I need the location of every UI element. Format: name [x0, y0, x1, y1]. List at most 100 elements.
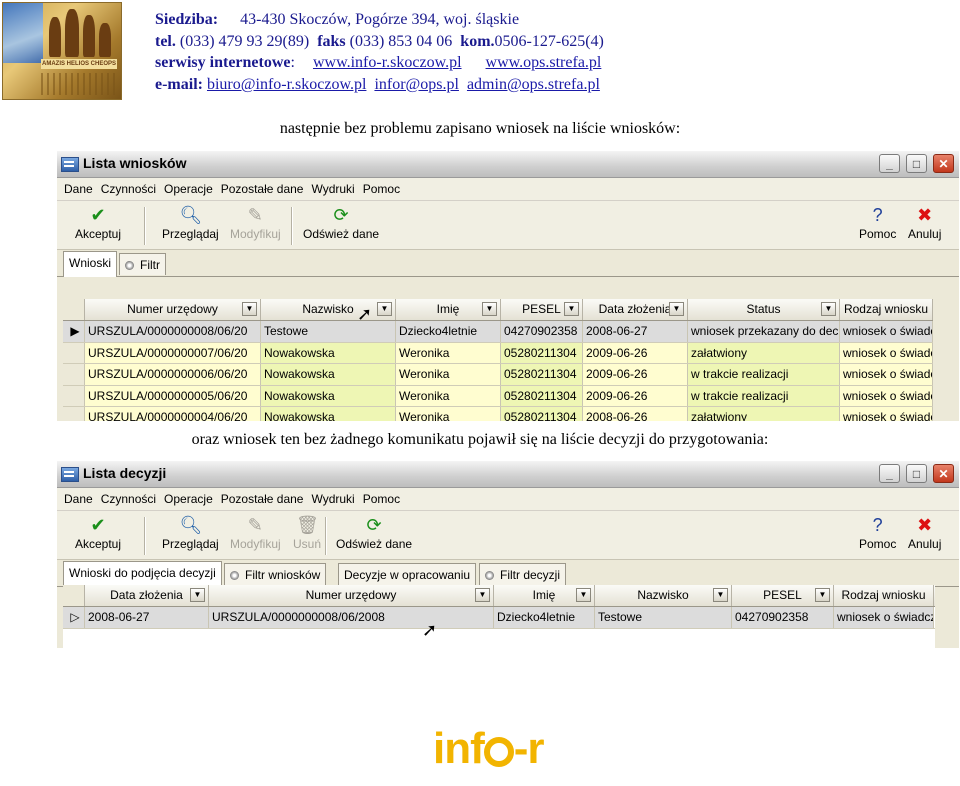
- table-cell[interactable]: 05280211304: [501, 385, 583, 406]
- table-row[interactable]: URSZULA/0000000007/06/20 Nowakowska Weroni…: [63, 342, 933, 364]
- tab-wnioski[interactable]: Wnioski: [63, 251, 118, 277]
- table-row[interactable]: URSZULA/0000000004/06/20 Nowakowska Weroni…: [63, 407, 933, 421]
- table-cell[interactable]: 05280211304: [501, 342, 583, 363]
- table-cell[interactable]: wniosek o świadc: [840, 364, 933, 385]
- table-cell[interactable]: 2008-06-27: [85, 607, 209, 628]
- col-rodzaj-wniosku[interactable]: Rodzaj wniosku: [840, 299, 933, 320]
- table-cell[interactable]: URSZULA/0000000007/06/20: [85, 342, 261, 363]
- dropdown-arrow-icon[interactable]: ▼: [190, 588, 205, 602]
- table-cell[interactable]: w trakcie realizacji: [688, 364, 840, 385]
- table-cell[interactable]: załatwiony: [688, 407, 840, 421]
- table-cell[interactable]: Weronika: [396, 385, 501, 406]
- table-cell[interactable]: Dziecko4letnie: [396, 321, 501, 342]
- przegladaj-button[interactable]: 🔍︎ Przeglądaj: [162, 515, 219, 551]
- table-row[interactable]: ▷ 2008-06-27 URSZULA/0000000008/06/2008 Dzi…: [63, 607, 935, 629]
- col-rodzaj-wniosku[interactable]: Rodzaj wniosku: [834, 585, 934, 606]
- table-cell[interactable]: 2009-06-26: [583, 385, 688, 406]
- table-cell[interactable]: URSZULA/0000000006/06/20: [85, 364, 261, 385]
- dropdown-arrow-icon[interactable]: ▼: [242, 302, 257, 316]
- table-cell[interactable]: Testowe: [261, 321, 396, 342]
- odswiez-dane-button[interactable]: ⟳ Odśwież dane: [303, 205, 379, 241]
- menu-wydruki[interactable]: Wydruki: [311, 492, 360, 506]
- row-expand-icon[interactable]: ▷: [63, 607, 85, 628]
- window-title-bar[interactable]: Lista wniosków _ □ ✕: [57, 151, 959, 178]
- table-cell[interactable]: w trakcie realizacji: [688, 385, 840, 406]
- col-numer-urzedowy[interactable]: Numer urzędowy ▼: [209, 585, 494, 606]
- table-cell[interactable]: 2009-06-26: [583, 342, 688, 363]
- modyfikuj-button[interactable]: ✎ Modyfikuj: [230, 205, 281, 241]
- table-cell[interactable]: wniosek o świadc: [840, 407, 933, 421]
- table-cell[interactable]: wniosek o świadc: [840, 321, 933, 342]
- col-imie[interactable]: Imię ▼: [396, 299, 501, 320]
- table-cell[interactable]: Nowakowska: [261, 385, 396, 406]
- menu-pomoc[interactable]: Pomoc: [363, 182, 406, 196]
- email-link-admin[interactable]: admin@ops.strefa.pl: [467, 76, 600, 93]
- minimize-button[interactable]: _: [879, 154, 900, 173]
- tab-wnioski-do-podjecia-decyzji[interactable]: Wnioski do podjęcia decyzji: [63, 561, 222, 587]
- table-cell[interactable]: Weronika: [396, 364, 501, 385]
- anuluj-button[interactable]: ✖ Anuluj: [908, 205, 941, 241]
- menu-czynnosci[interactable]: Czynności: [101, 182, 162, 196]
- akceptuj-button[interactable]: ✔ Akceptuj: [75, 205, 121, 241]
- maximize-button[interactable]: □: [906, 154, 927, 173]
- menu-operacje[interactable]: Operacje: [164, 492, 219, 506]
- tab-decyzje-w-opracowaniu[interactable]: Decyzje w opracowaniu: [338, 563, 477, 585]
- close-button[interactable]: ✕: [933, 464, 954, 483]
- table-cell[interactable]: URSZULA/0000000008/06/2008: [209, 607, 494, 628]
- table-cell[interactable]: 04270902358: [732, 607, 834, 628]
- akceptuj-button[interactable]: ✔ Akceptuj: [75, 515, 121, 551]
- close-button[interactable]: ✕: [933, 154, 954, 173]
- table-cell[interactable]: 04270902358: [501, 321, 583, 342]
- menu-pozostale-dane[interactable]: Pozostałe dane: [221, 492, 310, 506]
- table-cell[interactable]: wniosek o świadc: [840, 385, 933, 406]
- przegladaj-button[interactable]: 🔍︎ Przeglądaj: [162, 205, 219, 241]
- table-cell[interactable]: 05280211304: [501, 364, 583, 385]
- email-link-infor[interactable]: infor@ops.pl: [374, 76, 459, 93]
- table-cell[interactable]: Nowakowska: [261, 364, 396, 385]
- usun-button[interactable]: 🗑︎ Usuń: [293, 515, 321, 551]
- table-cell[interactable]: Nowakowska: [261, 342, 396, 363]
- dropdown-arrow-icon[interactable]: ▼: [815, 588, 830, 602]
- website-link-ops[interactable]: www.ops.strefa.pl: [486, 54, 602, 71]
- menu-dane[interactable]: Dane: [64, 492, 99, 506]
- table-cell[interactable]: wniosek przekazany do dec: [688, 321, 840, 342]
- dropdown-arrow-icon[interactable]: ▼: [377, 302, 392, 316]
- table-cell[interactable]: 2008-06-26: [583, 407, 688, 421]
- modyfikuj-button[interactable]: ✎ Modyfikuj: [230, 515, 281, 551]
- dropdown-arrow-icon[interactable]: ▼: [576, 588, 591, 602]
- table-cell[interactable]: Weronika: [396, 407, 501, 421]
- menu-pomoc[interactable]: Pomoc: [363, 492, 406, 506]
- table-row[interactable]: URSZULA/0000000005/06/20 Nowakowska Weroni…: [63, 385, 933, 407]
- table-cell[interactable]: Testowe: [595, 607, 732, 628]
- col-status[interactable]: Status ▼: [688, 299, 840, 320]
- menu-czynnosci[interactable]: Czynności: [101, 492, 162, 506]
- table-cell[interactable]: URSZULA/0000000008/06/20: [85, 321, 261, 342]
- col-nazwisko[interactable]: Nazwisko ▼: [261, 299, 396, 320]
- table-cell[interactable]: URSZULA/0000000005/06/20: [85, 385, 261, 406]
- odswiez-dane-button[interactable]: ⟳ Odśwież dane: [336, 515, 412, 551]
- col-nazwisko[interactable]: Nazwisko ▼: [595, 585, 732, 606]
- dropdown-arrow-icon[interactable]: ▼: [564, 302, 579, 316]
- table-row[interactable]: URSZULA/0000000006/06/20 Nowakowska Weroni…: [63, 364, 933, 386]
- menu-wydruki[interactable]: Wydruki: [311, 182, 360, 196]
- tab-filtr-wnioskow[interactable]: Filtr wniosków: [224, 563, 327, 585]
- tab-filtr[interactable]: Filtr: [119, 253, 166, 275]
- table-cell[interactable]: Weronika: [396, 342, 501, 363]
- window-title-bar[interactable]: Lista decyzji _ □ ✕: [57, 461, 959, 488]
- table-cell[interactable]: Nowakowska: [261, 407, 396, 421]
- menu-dane[interactable]: Dane: [64, 182, 99, 196]
- table-cell[interactable]: wniosek o świadc: [840, 342, 933, 363]
- pomoc-button[interactable]: ? Pomoc: [859, 205, 896, 241]
- dropdown-arrow-icon[interactable]: ▼: [669, 302, 684, 316]
- minimize-button[interactable]: _: [879, 464, 900, 483]
- dropdown-arrow-icon[interactable]: ▼: [482, 302, 497, 316]
- col-imie[interactable]: Imię ▼: [494, 585, 595, 606]
- menu-operacje[interactable]: Operacje: [164, 182, 219, 196]
- col-numer-urzedowy[interactable]: Numer urzędowy ▼: [85, 299, 261, 320]
- table-cell[interactable]: wniosek o świadcz: [834, 607, 934, 628]
- col-pesel[interactable]: PESEL ▼: [732, 585, 834, 606]
- dropdown-arrow-icon[interactable]: ▼: [821, 302, 836, 316]
- tab-filtr-decyzji[interactable]: Filtr decyzji: [479, 563, 567, 585]
- table-cell[interactable]: 2008-06-27: [583, 321, 688, 342]
- dropdown-arrow-icon[interactable]: ▼: [713, 588, 728, 602]
